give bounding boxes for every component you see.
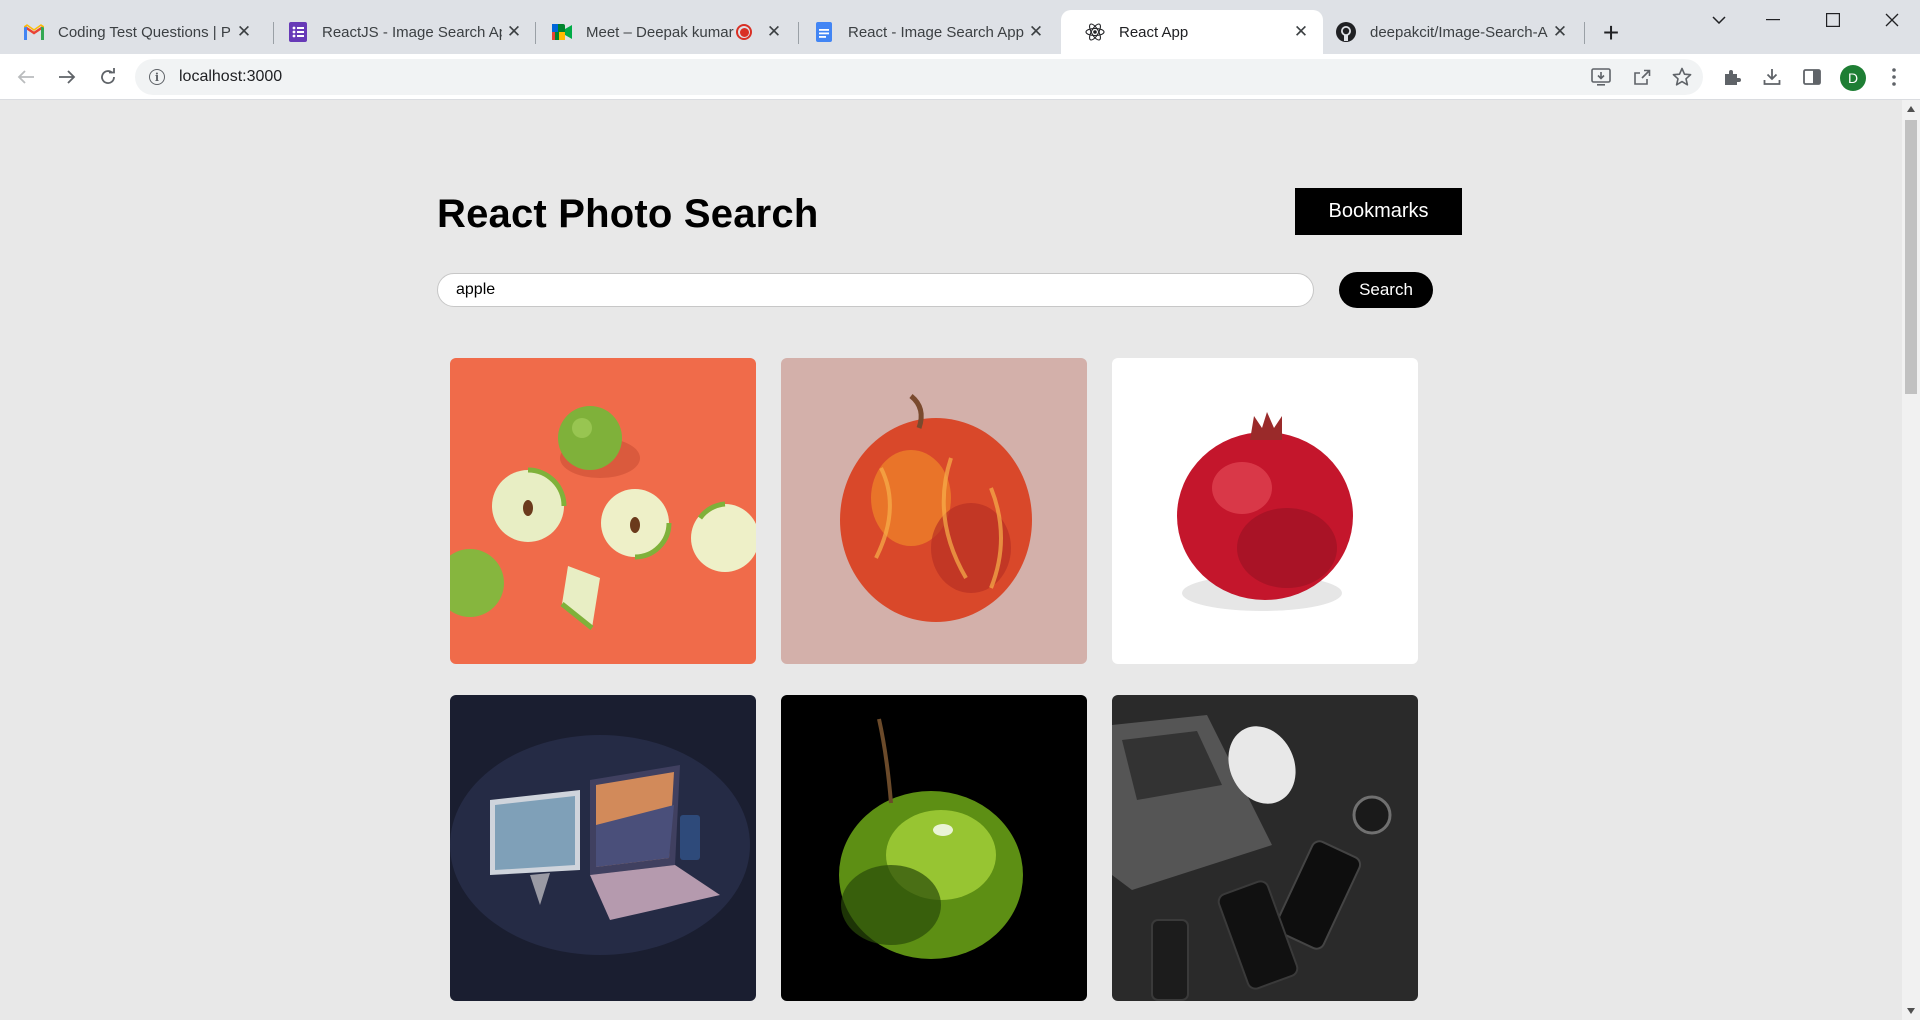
share-icon[interactable] (1628, 63, 1656, 91)
tab-title: React App (1119, 23, 1189, 41)
close-tab-icon[interactable]: ✕ (762, 20, 786, 44)
install-app-icon[interactable] (1587, 63, 1615, 91)
meet-icon (552, 22, 572, 42)
tab-title: Coding Test Questions | PRT (58, 23, 232, 41)
painted-apple-image (781, 358, 1087, 664)
forward-arrow-icon[interactable] (51, 61, 83, 93)
gmail-icon (24, 22, 44, 42)
page-scrollbar[interactable] (1902, 100, 1920, 1020)
tab-gmail[interactable]: Coding Test Questions | PRT ✕ (0, 10, 266, 54)
downloads-icon[interactable] (1758, 63, 1786, 91)
laptop-devices-image (450, 695, 756, 1001)
site-info-icon[interactable]: i (149, 69, 165, 85)
green-apple-image (781, 695, 1087, 1001)
sliced-apples-image (450, 358, 756, 664)
scroll-down-arrow-icon[interactable] (1907, 1008, 1915, 1014)
tab-search-chevron-icon[interactable] (1691, 0, 1747, 40)
tab-separator (1584, 22, 1585, 44)
scrollbar-thumb[interactable] (1905, 120, 1917, 394)
photo-result[interactable] (450, 695, 756, 1001)
maximize-icon[interactable] (1805, 0, 1861, 40)
github-icon (1336, 22, 1356, 42)
profile-avatar[interactable]: D (1840, 65, 1866, 91)
reload-icon[interactable] (92, 61, 124, 93)
bookmark-star-icon[interactable] (1668, 63, 1696, 91)
photo-result[interactable] (1112, 695, 1418, 1001)
browser-tab-strip: Coding Test Questions | PRT ✕ ReactJS - … (0, 0, 1920, 54)
address-bar[interactable]: i localhost:3000 (135, 59, 1703, 95)
back-arrow-icon[interactable] (10, 61, 42, 93)
photo-result[interactable] (781, 358, 1087, 664)
close-tab-icon[interactable]: ✕ (232, 20, 256, 44)
close-tab-icon[interactable]: ✕ (1548, 20, 1572, 44)
tab-github[interactable]: deepakcit/Image-Search-Ap ✕ (1312, 10, 1582, 54)
recording-icon (736, 24, 752, 40)
page-content: React Photo Search Bookmarks apple Searc… (0, 100, 1902, 1020)
tab-docs[interactable]: React - Image Search App - ✕ (790, 10, 1058, 54)
new-tab-icon[interactable]: + (1596, 17, 1626, 48)
browser-toolbar: i localhost:3000 D (0, 54, 1920, 100)
tab-title: deepakcit/Image-Search-Ap (1370, 23, 1548, 41)
close-window-icon[interactable] (1864, 0, 1920, 40)
photo-result[interactable] (450, 358, 756, 664)
tab-meet[interactable]: Meet – Deepak kumar | ✕ (528, 10, 796, 54)
react-icon (1085, 22, 1105, 42)
pomegranate-image (1112, 358, 1418, 664)
tab-forms[interactable]: ReactJS - Image Search App ✕ (264, 10, 536, 54)
close-tab-icon[interactable]: ✕ (1024, 20, 1048, 44)
side-panel-icon[interactable] (1798, 63, 1826, 91)
photo-result[interactable] (781, 695, 1087, 1001)
tab-title: React - Image Search App - (848, 23, 1024, 41)
desk-gadgets-image (1112, 695, 1418, 1001)
page-title: React Photo Search (437, 192, 819, 236)
tab-react-app[interactable]: React App ✕ (1061, 10, 1323, 54)
forms-icon (288, 22, 308, 42)
url-text: localhost:3000 (179, 68, 283, 85)
minimize-icon[interactable] (1745, 0, 1801, 40)
extensions-icon[interactable] (1718, 63, 1746, 91)
search-input[interactable]: apple (437, 273, 1314, 307)
photo-result[interactable] (1112, 358, 1418, 664)
scroll-up-arrow-icon[interactable] (1907, 106, 1915, 112)
bookmarks-button[interactable]: Bookmarks (1295, 188, 1462, 235)
tab-title: Meet – Deepak kumar | (586, 23, 736, 41)
close-tab-icon[interactable]: ✕ (1289, 20, 1313, 44)
search-button[interactable]: Search (1339, 272, 1433, 308)
more-menu-icon[interactable] (1880, 63, 1908, 91)
docs-icon (814, 22, 834, 42)
close-tab-icon[interactable]: ✕ (502, 20, 526, 44)
tab-title: ReactJS - Image Search App (322, 23, 502, 41)
